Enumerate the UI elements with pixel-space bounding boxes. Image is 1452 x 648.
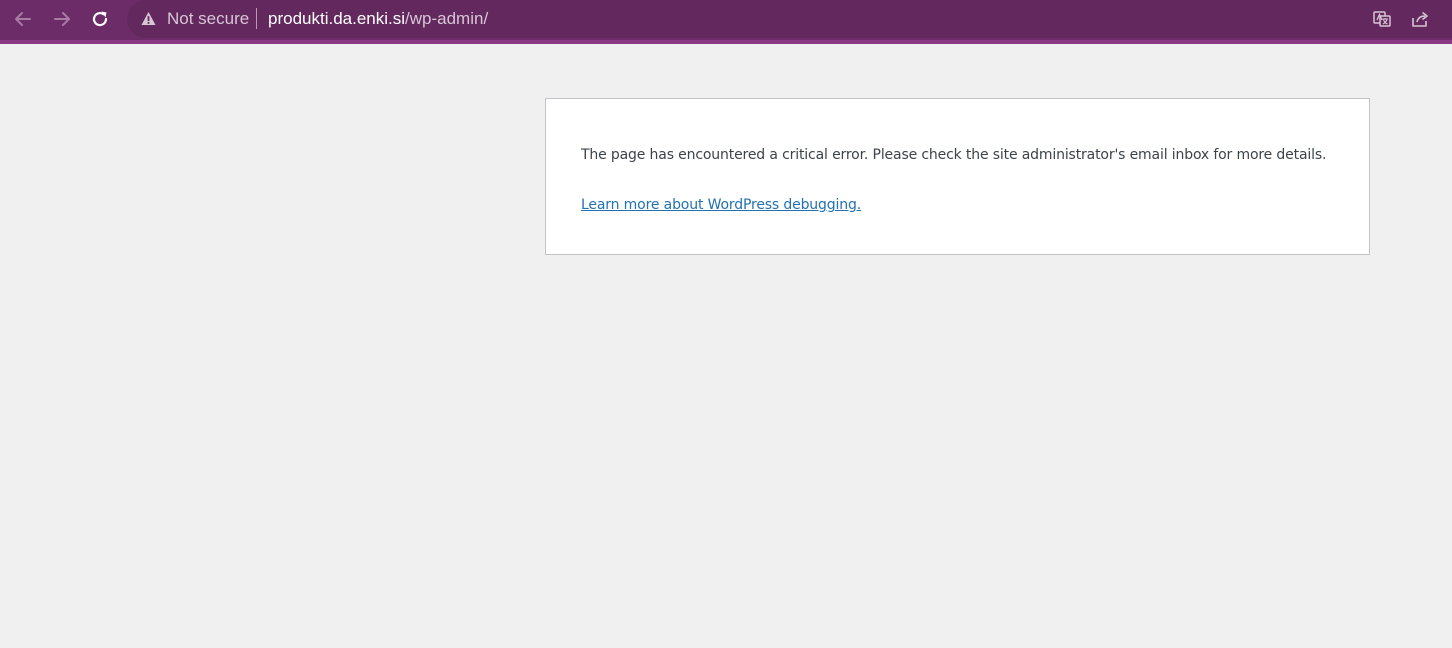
url-text[interactable]: produkti.da.enki.si/wp-admin/ <box>268 9 488 29</box>
warning-triangle-icon[interactable] <box>140 10 157 27</box>
error-message: The page has encountered a critical erro… <box>581 145 1326 165</box>
reload-icon <box>90 9 110 29</box>
share-icon <box>1410 9 1430 29</box>
translate-icon <box>1372 9 1392 29</box>
back-arrow-icon <box>13 9 33 29</box>
url-path: /wp-admin/ <box>405 9 488 28</box>
translate-button[interactable] <box>1370 7 1394 31</box>
wordpress-debugging-link[interactable]: Learn more about WordPress debugging. <box>581 195 861 215</box>
url-host: produkti.da.enki.si <box>268 9 405 28</box>
error-panel: The page has encountered a critical erro… <box>545 98 1370 255</box>
forward-arrow-icon <box>52 9 72 29</box>
security-label[interactable]: Not secure <box>167 9 249 29</box>
share-button[interactable] <box>1408 7 1432 31</box>
browser-toolbar: Not secure produkti.da.enki.si/wp-admin/ <box>0 0 1452 44</box>
back-button[interactable] <box>8 4 38 34</box>
forward-button[interactable] <box>47 4 77 34</box>
omnibox-divider <box>256 8 257 29</box>
reload-button[interactable] <box>85 4 115 34</box>
